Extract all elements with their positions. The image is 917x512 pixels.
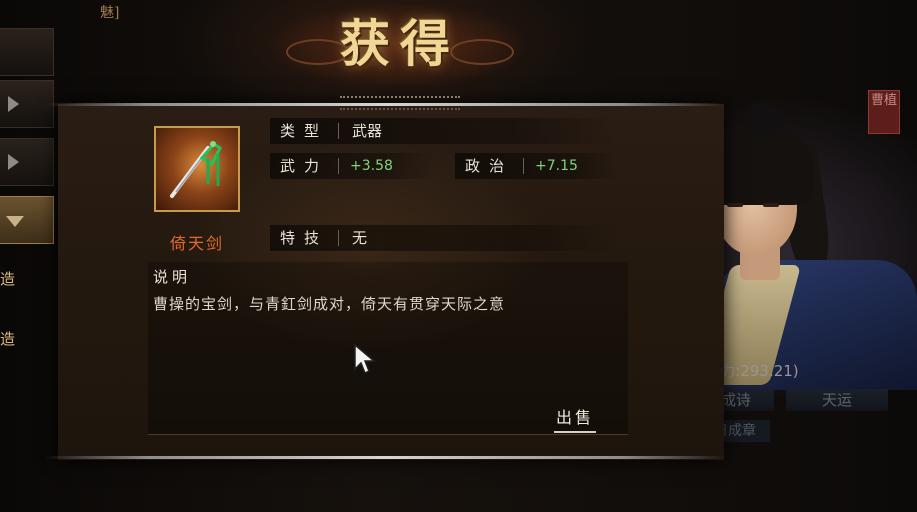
- side-tab-active[interactable]: [0, 196, 54, 244]
- attr-row-type: 类型 武器: [270, 118, 620, 144]
- sword-icon: [170, 141, 222, 198]
- chevron-down-icon: [6, 216, 24, 227]
- play-arrow-icon: [8, 154, 19, 170]
- attr-politics-value: +7.15: [535, 158, 578, 174]
- attr-type-value: 武器: [352, 122, 383, 140]
- attr-politics-label: 政治: [465, 157, 514, 175]
- dialog-bottom-border: [45, 456, 725, 459]
- side-tab-3[interactable]: [0, 138, 54, 186]
- character-name-seal: 曹植: [868, 90, 900, 134]
- item-icon-slot[interactable]: [154, 126, 240, 212]
- play-arrow-icon: [8, 96, 19, 112]
- side-menu-label-1[interactable]: 造: [0, 268, 15, 289]
- attr-skill-value: 无: [352, 229, 368, 247]
- attr-force-value: +3.58: [350, 158, 393, 174]
- attr-force-label: 武力: [280, 157, 329, 175]
- attr-row-force: 武力 +3.58: [270, 153, 435, 179]
- attr-type-label: 类型: [280, 122, 329, 140]
- title-ornament: [340, 96, 460, 110]
- attr-row-skill: 特技 无: [270, 225, 620, 251]
- background-header-fragment: 魅]: [100, 5, 120, 21]
- dialog-title: 获得: [340, 14, 460, 73]
- description-label: 说明: [153, 268, 192, 286]
- attr-row-politics: 政治 +7.15: [455, 153, 620, 179]
- side-menu-label-2[interactable]: 造: [0, 328, 15, 349]
- sell-button[interactable]: 出售: [554, 407, 596, 433]
- mouse-cursor-icon: [354, 343, 377, 375]
- background-skill-button-2[interactable]: 天运: [786, 389, 888, 411]
- side-tab-1[interactable]: [0, 28, 54, 76]
- description-text: 曹操的宝剑，与青釭剑成对，倚天有贯穿天际之意: [153, 295, 506, 313]
- item-name: 倚天剑: [169, 234, 224, 253]
- attr-skill-label: 特技: [280, 229, 329, 247]
